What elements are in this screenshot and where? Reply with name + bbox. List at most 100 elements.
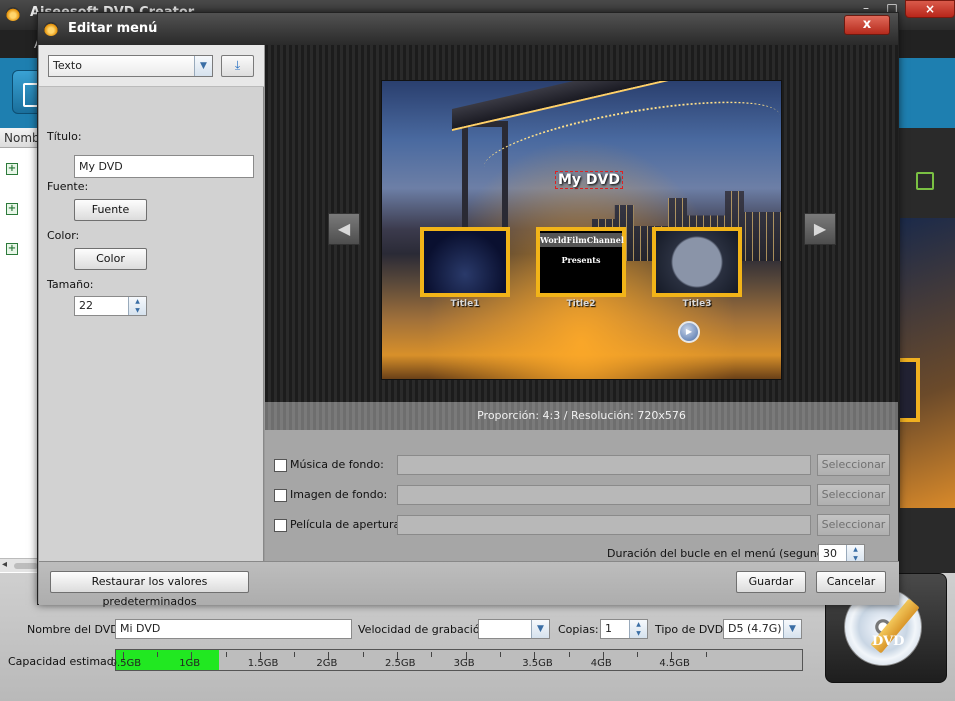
capacity-minor-tick bbox=[499, 652, 501, 657]
capacity-minor-tick bbox=[294, 652, 296, 657]
background-music-select-button[interactable]: Seleccionar bbox=[817, 454, 890, 476]
opening-film-path bbox=[397, 515, 811, 535]
capacity-tick-label: 1GB bbox=[179, 658, 201, 669]
ratio-resolution-text: Proporción: 4:3 / Resolución: 720x576 bbox=[265, 402, 898, 430]
chevron-down-icon: ▼ bbox=[194, 56, 212, 76]
capacity-tick-label: 0.5GB bbox=[110, 658, 142, 669]
opening-film-select-button[interactable]: Seleccionar bbox=[817, 514, 890, 536]
arrow-left-icon: ◀ bbox=[337, 219, 351, 238]
app-logo-icon bbox=[44, 22, 58, 36]
menu-canvas[interactable]: My DVD Title1 WorldFilmChannel Presents … bbox=[381, 80, 782, 380]
mode-select-value: Texto bbox=[53, 59, 82, 72]
menu-title-text[interactable]: My DVD bbox=[555, 171, 624, 189]
capacity-tick-label: 1.5GB bbox=[247, 658, 279, 669]
copies-label: Copias: bbox=[558, 623, 599, 636]
edit-menu-icon[interactable] bbox=[916, 172, 934, 190]
capacity-minor-tick bbox=[362, 652, 364, 657]
chevron-down-icon: ▼ bbox=[531, 620, 549, 638]
capacity-tick-label: 2.5GB bbox=[385, 658, 416, 669]
capacity-tick-label: 3.5GB bbox=[522, 658, 553, 669]
color-button[interactable]: Color bbox=[74, 248, 147, 270]
dvd-type-label: Tipo de DVD: bbox=[655, 623, 727, 636]
title-input[interactable]: My DVD bbox=[74, 155, 254, 178]
title-thumbnail[interactable]: WorldFilmChannel Presents bbox=[536, 227, 626, 297]
menu-preview-panel bbox=[898, 128, 955, 573]
download-icon: ⤓ bbox=[234, 58, 241, 72]
spin-arrows-icon[interactable]: ▲ ▼ bbox=[128, 297, 146, 315]
restore-defaults-button[interactable]: Restaurar los valores predeterminados bbox=[50, 571, 249, 608]
dvd-name-label: Nombre del DVD: bbox=[27, 623, 123, 636]
capacity-tick-label: 4GB bbox=[590, 658, 612, 669]
edit-menu-dialog: Editar menú x Texto ▼ ⤓ Título: My DVD F… bbox=[37, 12, 899, 608]
capacity-tick-label: 3GB bbox=[453, 658, 475, 669]
main-close-button[interactable]: × bbox=[905, 0, 955, 18]
logo-text: DVD bbox=[872, 634, 905, 649]
opening-film-label: Película de apertura: bbox=[290, 518, 404, 531]
chevron-down-icon: ▼ bbox=[783, 620, 801, 638]
capacity-minor-tick bbox=[156, 652, 158, 657]
capacity-tick-label: 2GB bbox=[316, 658, 338, 669]
play-icon[interactable]: ▶ bbox=[678, 321, 700, 343]
font-button[interactable]: Fuente bbox=[74, 199, 147, 221]
thumbnail-caption: Title3 bbox=[682, 299, 712, 309]
dvd-type-value: D5 (4.7G) bbox=[728, 622, 782, 635]
title-thumbnail[interactable] bbox=[652, 227, 742, 297]
size-label: Tamaño: bbox=[47, 278, 94, 291]
arrow-right-icon: ▶ bbox=[813, 219, 827, 238]
download-button[interactable]: ⤓ bbox=[221, 55, 254, 77]
menu-preview-area: ◀ ▶ My DVD Title1 WorldFilmChannel Prese… bbox=[265, 45, 898, 402]
text-settings-panel: Texto ▼ ⤓ Título: My DVD Fuente: Fuente … bbox=[39, 45, 264, 561]
dialog-titlebar: Editar menú x bbox=[38, 13, 898, 45]
dvd-type-select[interactable]: D5 (4.7G) ▼ bbox=[723, 619, 802, 639]
thumbnail-text: Presents bbox=[561, 255, 601, 265]
background-image-path bbox=[397, 485, 811, 505]
capacity-tick-label: 4.5GB bbox=[659, 658, 690, 669]
background-image-select-button[interactable]: Seleccionar bbox=[817, 484, 890, 506]
opening-film-checkbox[interactable] bbox=[274, 519, 287, 532]
save-button[interactable]: Guardar bbox=[736, 571, 806, 593]
capacity-bar: 0.5GB 1GB 1.5GB 2GB 2.5GB 3GB 3.5GB 4GB 4.5GB bbox=[111, 649, 803, 671]
mode-select[interactable]: Texto ▼ bbox=[48, 55, 213, 77]
list-header-name[interactable]: Nombre bbox=[0, 128, 39, 148]
background-music-path bbox=[397, 455, 811, 475]
dvd-name-input[interactable]: Mi DVD bbox=[115, 619, 352, 639]
capacity-minor-tick bbox=[431, 652, 433, 657]
copies-value: 1 bbox=[605, 622, 612, 635]
background-music-label: Música de fondo: bbox=[290, 458, 384, 471]
previous-template-button[interactable]: ◀ bbox=[328, 213, 360, 245]
title-thumbnail[interactable] bbox=[420, 227, 510, 297]
capacity-minor-tick bbox=[705, 652, 707, 657]
menu-thumbnail bbox=[900, 218, 955, 508]
burn-speed-label: Velocidad de grabación: bbox=[358, 623, 491, 636]
thumbnail-text: WorldFilmChannel bbox=[540, 233, 624, 247]
expand-icon[interactable]: + bbox=[6, 203, 18, 215]
background-music-checkbox[interactable] bbox=[274, 459, 287, 472]
file-list: Nombre + + + bbox=[0, 128, 40, 573]
size-stepper[interactable]: 22 ▲ ▼ bbox=[74, 296, 147, 316]
dialog-footer: Restaurar los valores predeterminados Gu… bbox=[39, 561, 899, 608]
capacity-minor-tick bbox=[225, 652, 227, 657]
background-image-label: Imagen de fondo: bbox=[290, 488, 388, 501]
background-image-checkbox[interactable] bbox=[274, 489, 287, 502]
spin-arrows-icon[interactable]: ▲ ▼ bbox=[629, 620, 647, 638]
burn-speed-select[interactable]: ▼ bbox=[478, 619, 550, 639]
thumbnail-caption: Title2 bbox=[566, 299, 596, 309]
loop-duration-label: Duración del bucle en el menú (segundos)… bbox=[607, 547, 845, 560]
capacity-minor-tick bbox=[637, 652, 639, 657]
title-label: Título: bbox=[47, 130, 82, 143]
next-template-button[interactable]: ▶ bbox=[804, 213, 836, 245]
dialog-title: Editar menú bbox=[68, 21, 158, 36]
expand-icon[interactable]: + bbox=[6, 163, 18, 175]
dialog-close-button[interactable]: x bbox=[844, 15, 890, 35]
horizontal-scrollbar[interactable] bbox=[0, 558, 40, 572]
loop-duration-value: 30 bbox=[823, 547, 837, 560]
expand-icon[interactable]: + bbox=[6, 243, 18, 255]
font-label: Fuente: bbox=[47, 180, 89, 193]
color-label: Color: bbox=[47, 229, 80, 242]
size-value: 22 bbox=[79, 299, 93, 312]
copies-stepper[interactable]: 1 ▲ ▼ bbox=[600, 619, 648, 639]
app-logo-icon bbox=[6, 7, 20, 21]
cancel-button[interactable]: Cancelar bbox=[816, 571, 886, 593]
menu-options: Música de fondo: Seleccionar Imagen de f… bbox=[265, 430, 898, 564]
thumbnail-caption: Title1 bbox=[450, 299, 480, 309]
